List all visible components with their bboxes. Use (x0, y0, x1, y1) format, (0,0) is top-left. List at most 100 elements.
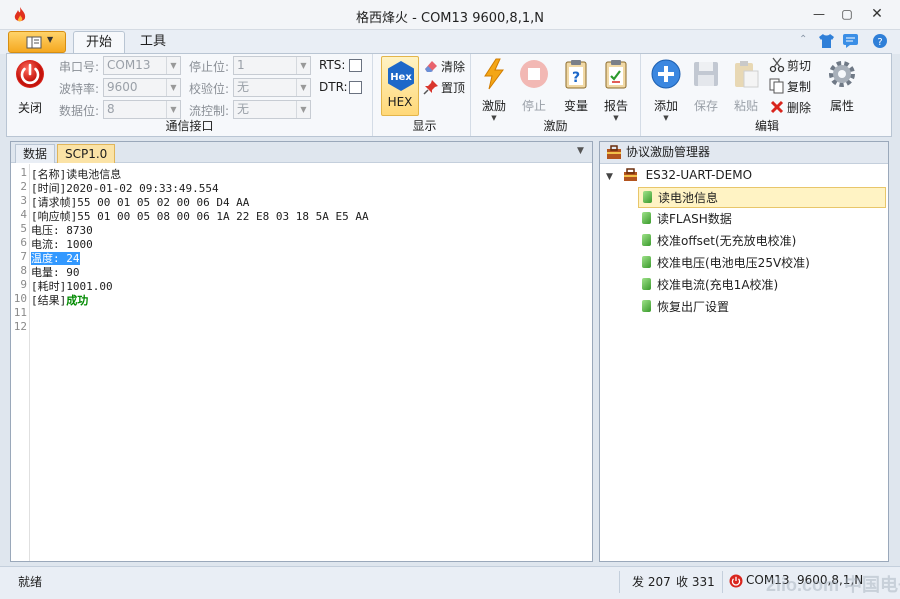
chevron-down-icon: ▼ (166, 57, 180, 74)
menu-icon (26, 36, 42, 49)
hex-button[interactable]: Hex HEX (381, 56, 419, 116)
chevron-down-icon: ▼ (166, 79, 180, 96)
line-number: 6 (20, 236, 27, 249)
add-button[interactable]: 添加 ▼ (647, 58, 685, 122)
gem-icon (642, 278, 651, 290)
chevron-down-icon: ▼ (166, 101, 180, 118)
tab-start[interactable]: 开始 (73, 31, 126, 54)
result-success-text: 成功 (66, 294, 89, 307)
delete-button[interactable]: 删除 (769, 98, 811, 118)
stimulus-group-label: 激励 (543, 119, 568, 133)
clear-button[interactable]: 清除 (423, 57, 465, 77)
parity-select[interactable]: 无 ▼ (233, 78, 311, 97)
tree-item[interactable]: 读FLASH数据 (638, 209, 736, 230)
tab-scp[interactable]: SCP1.0 (57, 144, 116, 163)
stopbits-select[interactable]: 1 ▼ (233, 56, 311, 75)
stop-button[interactable]: 停止 (515, 58, 553, 114)
collapse-ribbon-icon[interactable]: ⌃ (799, 34, 807, 45)
report-label: 报告 (603, 99, 628, 113)
line-number: 2 (20, 180, 27, 193)
save-button[interactable]: 保存 (687, 58, 725, 114)
line-number: 12 (13, 320, 27, 333)
window-title: 格西烽火 - COM13 9600,8,1,N (356, 11, 544, 26)
status-divider (619, 571, 620, 593)
clipboard-question-icon: ? (565, 60, 587, 89)
tree-item[interactable]: 恢复出厂设置 (638, 297, 733, 318)
copy-label: 复制 (787, 80, 812, 94)
report-button[interactable]: 报告 ▼ (597, 58, 635, 122)
close-port-button[interactable]: 关闭 (11, 58, 49, 116)
tab-tools[interactable]: 工具 (128, 31, 178, 54)
panel-header: 协议激励管理器 (600, 142, 888, 164)
maximize-button[interactable]: ▢ (836, 4, 858, 24)
power-icon (16, 60, 44, 88)
tree-item[interactable]: 校准offset(无充放电校准) (638, 231, 800, 252)
port-select[interactable]: COM13 ▼ (103, 56, 181, 75)
lightning-icon (484, 58, 504, 90)
save-label: 保存 (693, 99, 718, 113)
plus-icon (651, 59, 681, 89)
feedback-icon[interactable] (842, 33, 859, 49)
chevron-down-icon: ▼ (296, 57, 310, 74)
cut-label: 剪切 (787, 59, 812, 73)
tree-item-label: 校准电流(充电1A校准) (657, 278, 779, 292)
received-count: 收 331 (676, 575, 715, 589)
tab-list-dropdown-icon[interactable]: ▼ (577, 146, 584, 156)
eraser-icon (425, 61, 437, 72)
line-number: 1 (20, 166, 27, 179)
toolbox-icon (607, 145, 621, 159)
expand-chevron-icon[interactable]: ▼ (606, 172, 613, 182)
stimulus-label: 激励 (481, 99, 506, 113)
rts-checkbox[interactable] (349, 59, 362, 72)
power-icon[interactable] (729, 574, 743, 588)
databits-value: 8 (107, 102, 115, 116)
port-label: 串口号: (59, 60, 100, 74)
tree-item[interactable]: 读电池信息 (638, 187, 886, 208)
properties-label: 属性 (829, 99, 854, 113)
gem-icon (642, 212, 651, 224)
code-editor[interactable]: 1 [名称]读电池信息 2 [时间]2020-01-02 09:33:49.554 3[… (11, 164, 592, 561)
line-number: 4 (20, 208, 27, 221)
floppy-icon (694, 62, 718, 86)
toolbox-icon (623, 168, 637, 181)
stopbits-value: 1 (237, 58, 245, 72)
line-number: 10 (13, 292, 27, 305)
baud-label: 波特率: (59, 82, 100, 96)
close-window-button[interactable]: ✕ (866, 4, 888, 24)
tree-item[interactable]: 校准电流(充电1A校准) (638, 275, 782, 296)
paste-button[interactable]: 粘贴 (727, 58, 765, 114)
help-icon[interactable]: ? (872, 33, 888, 49)
line-number: 9 (20, 278, 27, 291)
application-menu-button[interactable]: ▼ (8, 31, 66, 53)
display-group-label: 显示 (412, 119, 437, 133)
ribbon-tab-bar: ▼ 开始 工具 ⌃ ? (0, 30, 900, 54)
variables-label: 变量 (563, 99, 588, 113)
tree-root[interactable]: ▼ ES32-UART-DEMO (606, 165, 752, 186)
dtr-checkbox[interactable] (349, 81, 362, 94)
theme-shirt-icon[interactable] (818, 33, 835, 49)
properties-button[interactable]: 属性 (821, 58, 863, 114)
line-number: 3 (20, 194, 27, 207)
comm-group-label: 通信接口 (165, 119, 214, 133)
gear-icon (829, 61, 855, 87)
close-port-label: 关闭 (17, 101, 42, 115)
cut-button[interactable]: 剪切 (769, 56, 811, 76)
tree-item[interactable]: 校准电压(电池电压25V校准) (638, 253, 814, 274)
delete-label: 删除 (787, 101, 812, 115)
pin-top-button[interactable]: 置顶 (423, 78, 465, 98)
ribbon: 关闭 串口号: COM13 ▼ 波特率: 9600 ▼ 数据位: 8 ▼ 停止位: 1… (6, 53, 892, 137)
line-number: 7 (20, 250, 27, 263)
gem-icon (642, 256, 651, 268)
clear-label: 清除 (441, 60, 466, 74)
stopbits-label: 停止位: (189, 60, 230, 74)
variables-button[interactable]: ? 变量 (557, 58, 595, 114)
stimulus-button[interactable]: 激励 ▼ (475, 58, 513, 122)
edit-group: 添加 ▼ 保存 粘贴 剪切 复制 删除 属性 编辑 (643, 54, 891, 136)
minimize-button[interactable]: — (808, 4, 830, 24)
tab-data[interactable]: 数据 (15, 144, 56, 163)
code-text: [结果] (31, 294, 67, 307)
copy-button[interactable]: 复制 (769, 77, 811, 97)
baud-select[interactable]: 9600 ▼ (103, 78, 181, 97)
tree-item-label: 读电池信息 (658, 191, 719, 205)
status-ready: 就绪 (18, 575, 43, 589)
